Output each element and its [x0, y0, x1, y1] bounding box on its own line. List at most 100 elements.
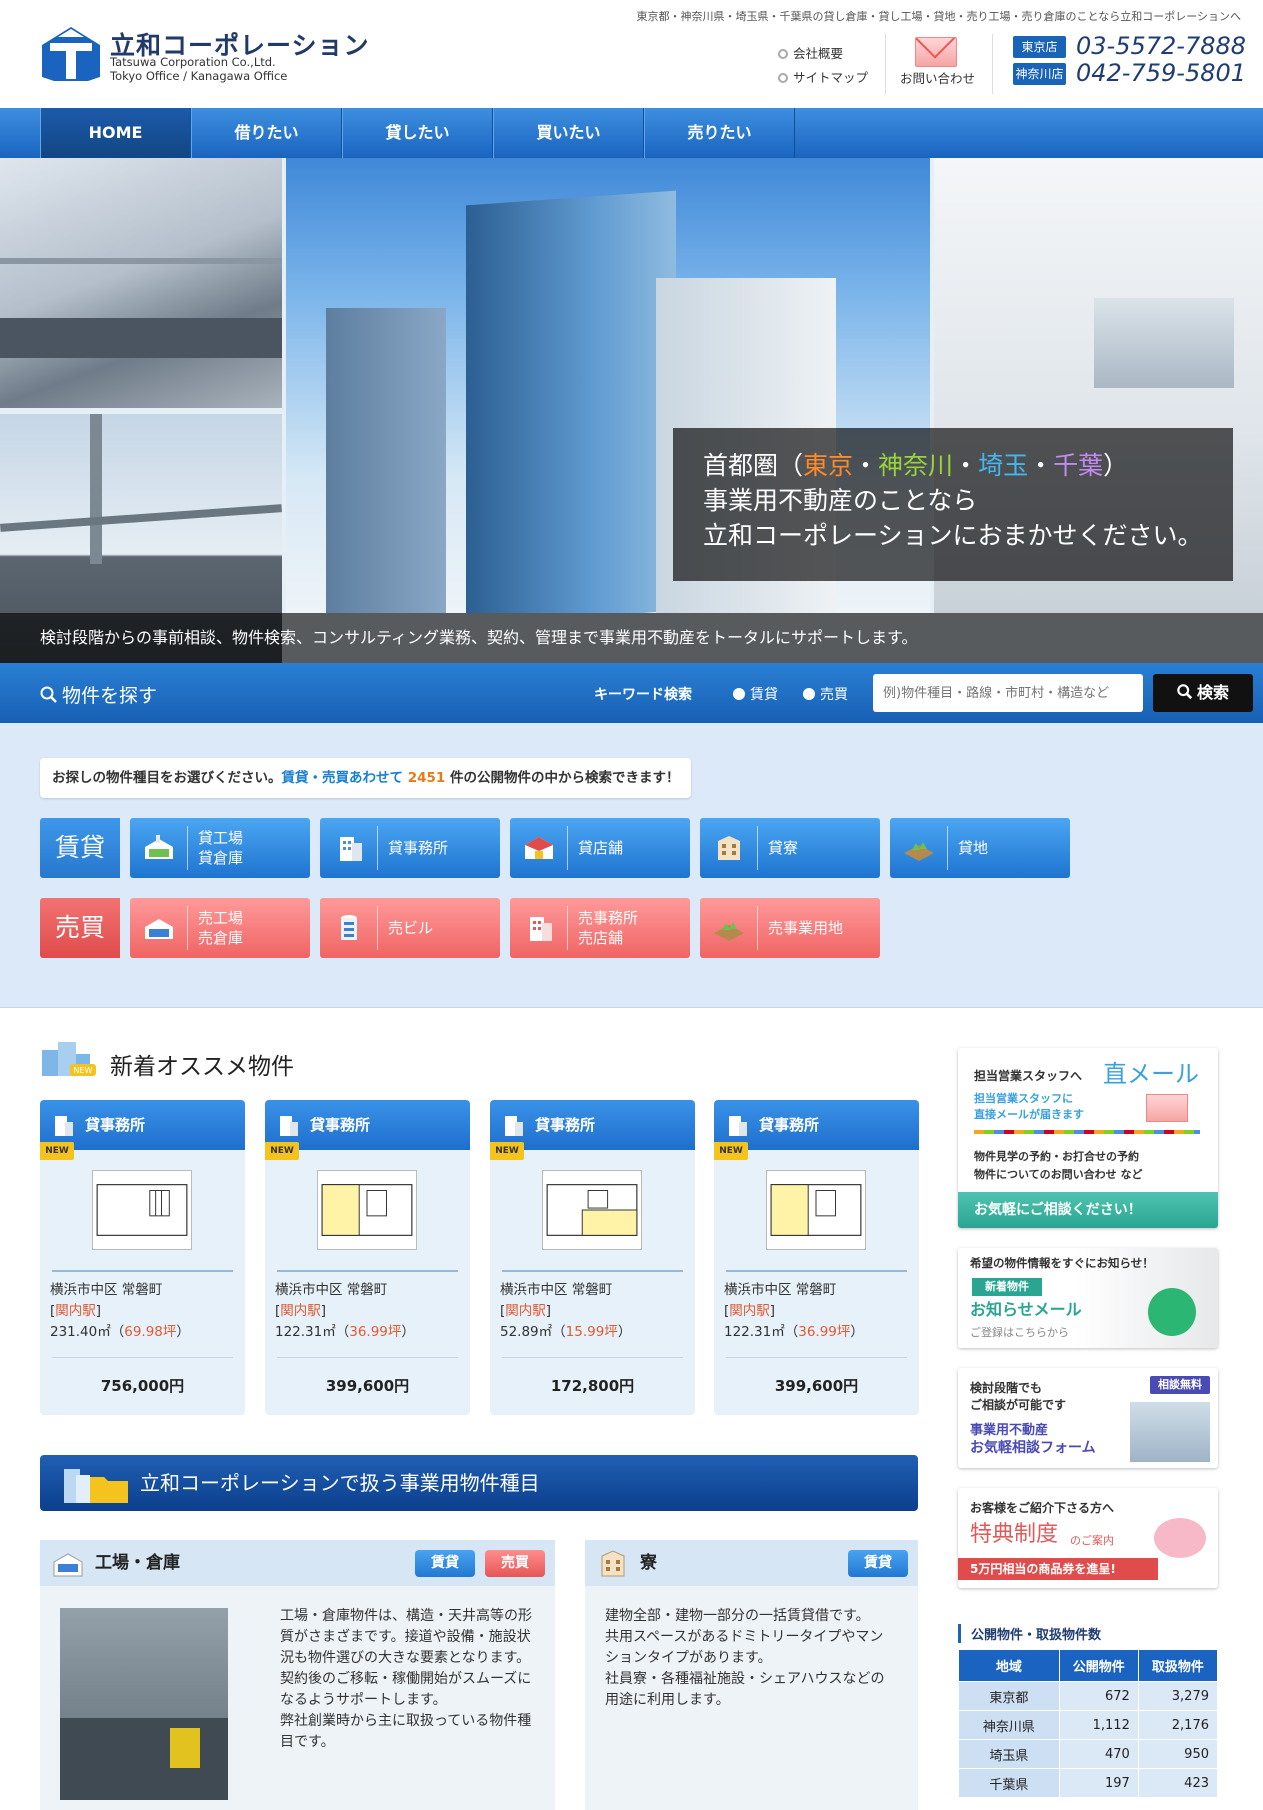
keyword-input[interactable] [873, 674, 1143, 712]
company-logo-icon[interactable] [40, 25, 102, 83]
header-tagline: 東京都・神奈川県・埼玉県・千葉県の貸し倉庫・貸し工場・貸地・売り工場・売り倉庫の… [636, 10, 1241, 23]
warehouse-interior-photo [60, 1608, 228, 1800]
building-icon [341, 915, 357, 940]
main-nav: HOME 借りたい 貸したい 買いたい 売りたい [0, 108, 1263, 158]
nav-rent[interactable]: 借りたい [191, 108, 342, 158]
type-factory-warehouse: 工場・倉庫 賃貸 売買 工場・倉庫物件は、構造・天井高等の形 質がさまざまです。… [40, 1540, 555, 1810]
listing-station: [関内駅] [275, 1303, 327, 1319]
listing-price: 172,800円 [550, 1377, 635, 1395]
search-title: 物件を探す [40, 681, 157, 708]
office-building-icon [505, 1116, 523, 1136]
header: 東京都・神奈川県・埼玉県・千葉県の貸し倉庫・貸し工場・貸地・売り工場・売り倉庫の… [0, 0, 1263, 108]
nav-lend[interactable]: 貸したい [342, 108, 493, 158]
listing-card[interactable]: 貸事務所 NEW 横浜市中区 常磐町 [関内駅] 231.40㎡（69.98坪）… [40, 1100, 245, 1415]
cat-lease-shop[interactable]: 貸店舗 [510, 818, 690, 878]
tag-lease-button[interactable]: 賃貸 [848, 1550, 908, 1577]
radio-lease[interactable]: 賃貸 [733, 684, 778, 704]
listing-address: 横浜市中区 常磐町 [275, 1282, 388, 1298]
divider [992, 34, 993, 94]
listing-area: 52.89㎡（15.99坪） [500, 1324, 632, 1340]
direct-mail-banner[interactable]: 担当営業スタッフへ 直メール 担当営業スタッフに 直接メールが届きます 物件見学… [958, 1048, 1218, 1228]
hero-line-1: 首都圏（東京・神奈川・埼玉・千葉） [703, 451, 1129, 480]
listing-station: [関内駅] [724, 1303, 776, 1319]
circle-bullet-icon [778, 49, 788, 59]
svg-text:NEW: NEW [74, 1066, 93, 1075]
nav-buy[interactable]: 買いたい [493, 108, 644, 158]
cat-sale-office[interactable]: 売事務所 売店舗 [510, 898, 690, 958]
hero-line-3: 立和コーポレーションにおまかせください。 [703, 521, 1203, 550]
cat-sale-land[interactable]: 売事業用地 [700, 898, 880, 958]
hero: 首都圏（東京・神奈川・埼玉・千葉） 事業用不動産のことなら 立和コーポレーション… [0, 158, 1263, 663]
type-title: 工場・倉庫 [95, 1553, 180, 1573]
listing-address: 横浜市中区 常磐町 [500, 1282, 613, 1298]
cat-lease-office[interactable]: 貸事務所 [320, 818, 500, 878]
mail-icon[interactable] [915, 37, 957, 67]
office-building-icon [729, 1116, 747, 1136]
dormitory-icon [718, 836, 740, 860]
office-building-icon [340, 837, 362, 861]
table-row: 千葉県 197 423 [958, 1768, 1219, 1798]
tokyo-phone[interactable]: 03-5572-7888 [1076, 32, 1246, 60]
cat-sale-factory[interactable]: 売工場 売倉庫 [130, 898, 310, 958]
factory-icon [145, 835, 173, 859]
link-company-profile-label: 会社概要 [793, 46, 844, 61]
radio-sale[interactable]: 売買 [803, 684, 848, 704]
land-icon [904, 842, 934, 861]
company-sub-en: Tatsuwa Corporation Co.,Ltd. [110, 55, 276, 69]
table-row: 神奈川県 1,112 2,176 [958, 1710, 1219, 1740]
lease-tag: 賃貸 [40, 818, 120, 878]
dormitory-icon [601, 1550, 625, 1577]
contact-link[interactable]: お問い合わせ [900, 68, 975, 87]
cat-lease-factory[interactable]: 貸工場 貸倉庫 [130, 818, 310, 878]
link-sitemap-label: サイトマップ [793, 70, 869, 85]
new-badge: NEW [714, 1142, 748, 1160]
public-count: 2451 [407, 770, 446, 786]
category-intro: お探しの物件種目をお選びください。賃貸・売買あわせて 2451 件の公開物件の中… [40, 758, 692, 798]
land-icon [714, 922, 744, 941]
link-sitemap[interactable]: サイトマップ [778, 67, 868, 86]
listing-area: 231.40㎡（69.98坪） [50, 1324, 190, 1340]
hero-tokyo: 東京 [803, 451, 854, 480]
piggy-bank-icon [1154, 1518, 1206, 1558]
phone-mail-icon [1148, 1288, 1196, 1336]
new-buildings-icon: NEW [42, 1042, 96, 1076]
notify-mail-banner[interactable]: 希望の物件情報をすぐにお知らせ！ 新着物件 お知らせメール ご登録はこちらから [958, 1248, 1218, 1348]
listing-card[interactable]: 貸事務所 NEW 横浜市中区 常磐町 [関内駅] 122.31㎡（36.99坪）… [714, 1100, 919, 1415]
type-description: 工場・倉庫物件は、構造・天井高等の形 質がさまざまです。接道や設備・施設状 況も… [280, 1608, 532, 1750]
search-button[interactable]: 検索 [1153, 674, 1253, 712]
mail-icon [1146, 1094, 1188, 1122]
cat-lease-land[interactable]: 貸地 [890, 818, 1070, 878]
property-types-banner: 立和コーポレーションで扱う事業用物件種目 [40, 1455, 918, 1511]
nav-home[interactable]: HOME [40, 108, 191, 158]
search-icon [40, 686, 57, 703]
cat-sale-building[interactable]: 売ビル [320, 898, 500, 958]
shop-icon [525, 837, 553, 859]
business-people-image [1130, 1402, 1210, 1462]
table-row: 埼玉県 470 950 [958, 1739, 1219, 1769]
circle-bullet-icon [778, 73, 788, 83]
consult-form-banner[interactable]: 検討段階でも ご相談が可能です 相談無料 事業用不動産 お気軽相談フォーム [958, 1368, 1218, 1468]
hero-saitama: 埼玉 [978, 451, 1029, 480]
listing-price: 399,600円 [325, 1377, 410, 1395]
hero-kanagawa: 神奈川 [878, 451, 954, 480]
new-listings-title: 新着オススメ物件 [110, 1054, 294, 1080]
listing-card[interactable]: 貸事務所 NEW 横浜市中区 常磐町 [関内駅] 122.31㎡（36.99坪）… [265, 1100, 470, 1415]
listing-card[interactable]: 貸事務所 NEW 横浜市中区 常磐町 [関内駅] 52.89㎡（15.99坪） … [490, 1100, 695, 1415]
factory-icon [145, 919, 173, 939]
type-title: 寮 [640, 1553, 657, 1573]
company-sub-offices: Tokyo Office / Kanagawa Office [110, 69, 288, 83]
type-description: 建物全部・建物一部分の一括賃貸借です。 共用スペースがあるドミトリータイプやマン… [605, 1608, 885, 1708]
link-company-profile[interactable]: 会社概要 [778, 43, 843, 62]
cat-lease-dorm[interactable]: 貸寮 [700, 818, 880, 878]
hero-message: 首都圏（東京・神奈川・埼玉・千葉） 事業用不動産のことなら 立和コーポレーション… [673, 428, 1233, 581]
referral-banner[interactable]: お客様をご紹介下さる方へ 特典制度 のご案内 5万円相当の商品券を進呈! [958, 1488, 1218, 1588]
kanagawa-phone[interactable]: 042-759-5801 [1076, 59, 1246, 87]
new-badge: NEW [265, 1142, 299, 1160]
tag-sale-button[interactable]: 売買 [485, 1550, 545, 1577]
keyword-label: キーワード検索 [594, 687, 692, 703]
tag-lease-button[interactable]: 賃貸 [415, 1550, 475, 1577]
listing-price: 756,000円 [100, 1377, 185, 1395]
nav-sell[interactable]: 売りたい [644, 108, 795, 158]
tokyo-office-badge: 東京店 [1013, 36, 1066, 58]
listing-address: 横浜市中区 常磐町 [50, 1282, 163, 1298]
